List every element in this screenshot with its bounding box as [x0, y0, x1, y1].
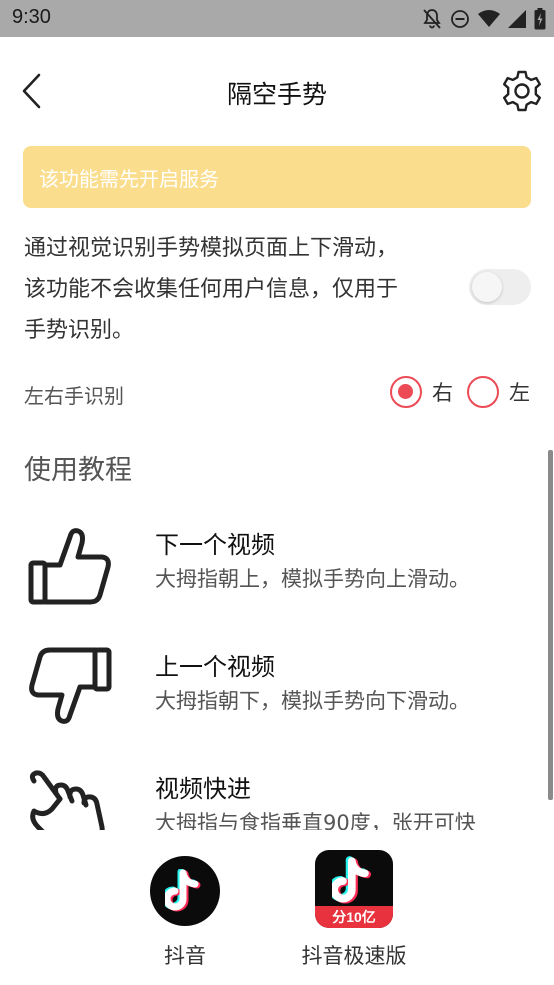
thumbs-up-icon: [26, 523, 114, 607]
status-icons: [422, 7, 546, 31]
radio-unselected-icon: [467, 376, 499, 408]
app-share-sheet: 抖音 分10亿 抖音极速版: [0, 830, 554, 985]
radio-label: 左: [509, 381, 530, 405]
description-line: 手势识别。: [24, 318, 135, 343]
tutorial-section-title: 使用教程: [24, 455, 132, 486]
service-notice-banner[interactable]: 该功能需先开启服务: [23, 146, 531, 208]
status-time: 9:30: [12, 6, 51, 28]
radio-right-hand[interactable]: 右: [390, 376, 453, 408]
scrollbar[interactable]: [548, 450, 553, 800]
tutorial-item-desc: 大拇指朝下，模拟手势向下滑动。: [155, 689, 470, 713]
douyin-app-icon: [150, 856, 220, 926]
tutorial-item-desc: 大拇指朝上，模拟手势向上滑动。: [155, 567, 470, 591]
wifi-icon: [478, 10, 500, 28]
thumbs-down-icon: [26, 645, 114, 729]
toggle-knob: [472, 272, 502, 302]
header: 隔空手势: [0, 37, 554, 147]
share-app-douyin[interactable]: 抖音: [135, 856, 235, 970]
hand-recognition-label: 左右手识别: [24, 384, 124, 408]
tutorial-item-desc: 大拇指与食指垂直90度，张开可快: [155, 811, 476, 830]
tutorial-list: 下一个视频 大拇指朝上，模拟手势向上滑动。 上一个视频 大拇指朝下，模拟手势向下…: [0, 505, 554, 830]
tutorial-item: 视频快进 大拇指与食指垂直90度，张开可快: [0, 757, 554, 830]
feature-description: 通过视觉识别手势模拟页面上下滑动， 该功能不会收集任何用户信息，仅用于 手势识别…: [24, 228, 454, 351]
tutorial-item: 上一个视频 大拇指朝下，模拟手势向下滑动。: [0, 635, 554, 745]
tutorial-item-title: 视频快进: [155, 775, 251, 803]
status-bar: 9:30: [0, 0, 554, 37]
app-label: 抖音: [164, 944, 206, 968]
signal-icon: [508, 10, 526, 28]
tutorial-item: 下一个视频 大拇指朝上，模拟手势向上滑动。: [0, 513, 554, 623]
tutorial-item-title: 下一个视频: [155, 531, 275, 559]
douyin-lite-app-icon: 分10亿: [315, 850, 393, 928]
hand-radio-group: 右 左: [376, 375, 530, 409]
notifications-off-icon: [422, 8, 442, 30]
gesture-toggle-switch[interactable]: [469, 269, 531, 305]
radio-left-hand[interactable]: 左: [467, 376, 530, 408]
gear-icon: [501, 70, 543, 116]
radio-label: 右: [432, 381, 453, 405]
app-badge-text: 分10亿: [332, 909, 376, 925]
share-app-douyin-lite[interactable]: 分10亿 抖音极速版: [292, 850, 416, 970]
battery-icon: [534, 8, 546, 30]
radio-selected-icon: [390, 376, 422, 408]
pointing-hand-icon: [26, 767, 114, 830]
app-badge: 分10亿: [315, 906, 393, 928]
description-line: 该功能不会收集任何用户信息，仅用于: [24, 277, 399, 302]
page-title: 隔空手势: [226, 80, 327, 109]
app-label: 抖音极速版: [301, 944, 407, 968]
tutorial-item-title: 上一个视频: [155, 653, 275, 681]
notice-text: 该功能需先开启服务: [39, 167, 219, 191]
do-not-disturb-icon: [450, 9, 470, 29]
settings-button[interactable]: [500, 70, 544, 116]
description-line: 通过视觉识别手势模拟页面上下滑动，: [24, 236, 399, 261]
